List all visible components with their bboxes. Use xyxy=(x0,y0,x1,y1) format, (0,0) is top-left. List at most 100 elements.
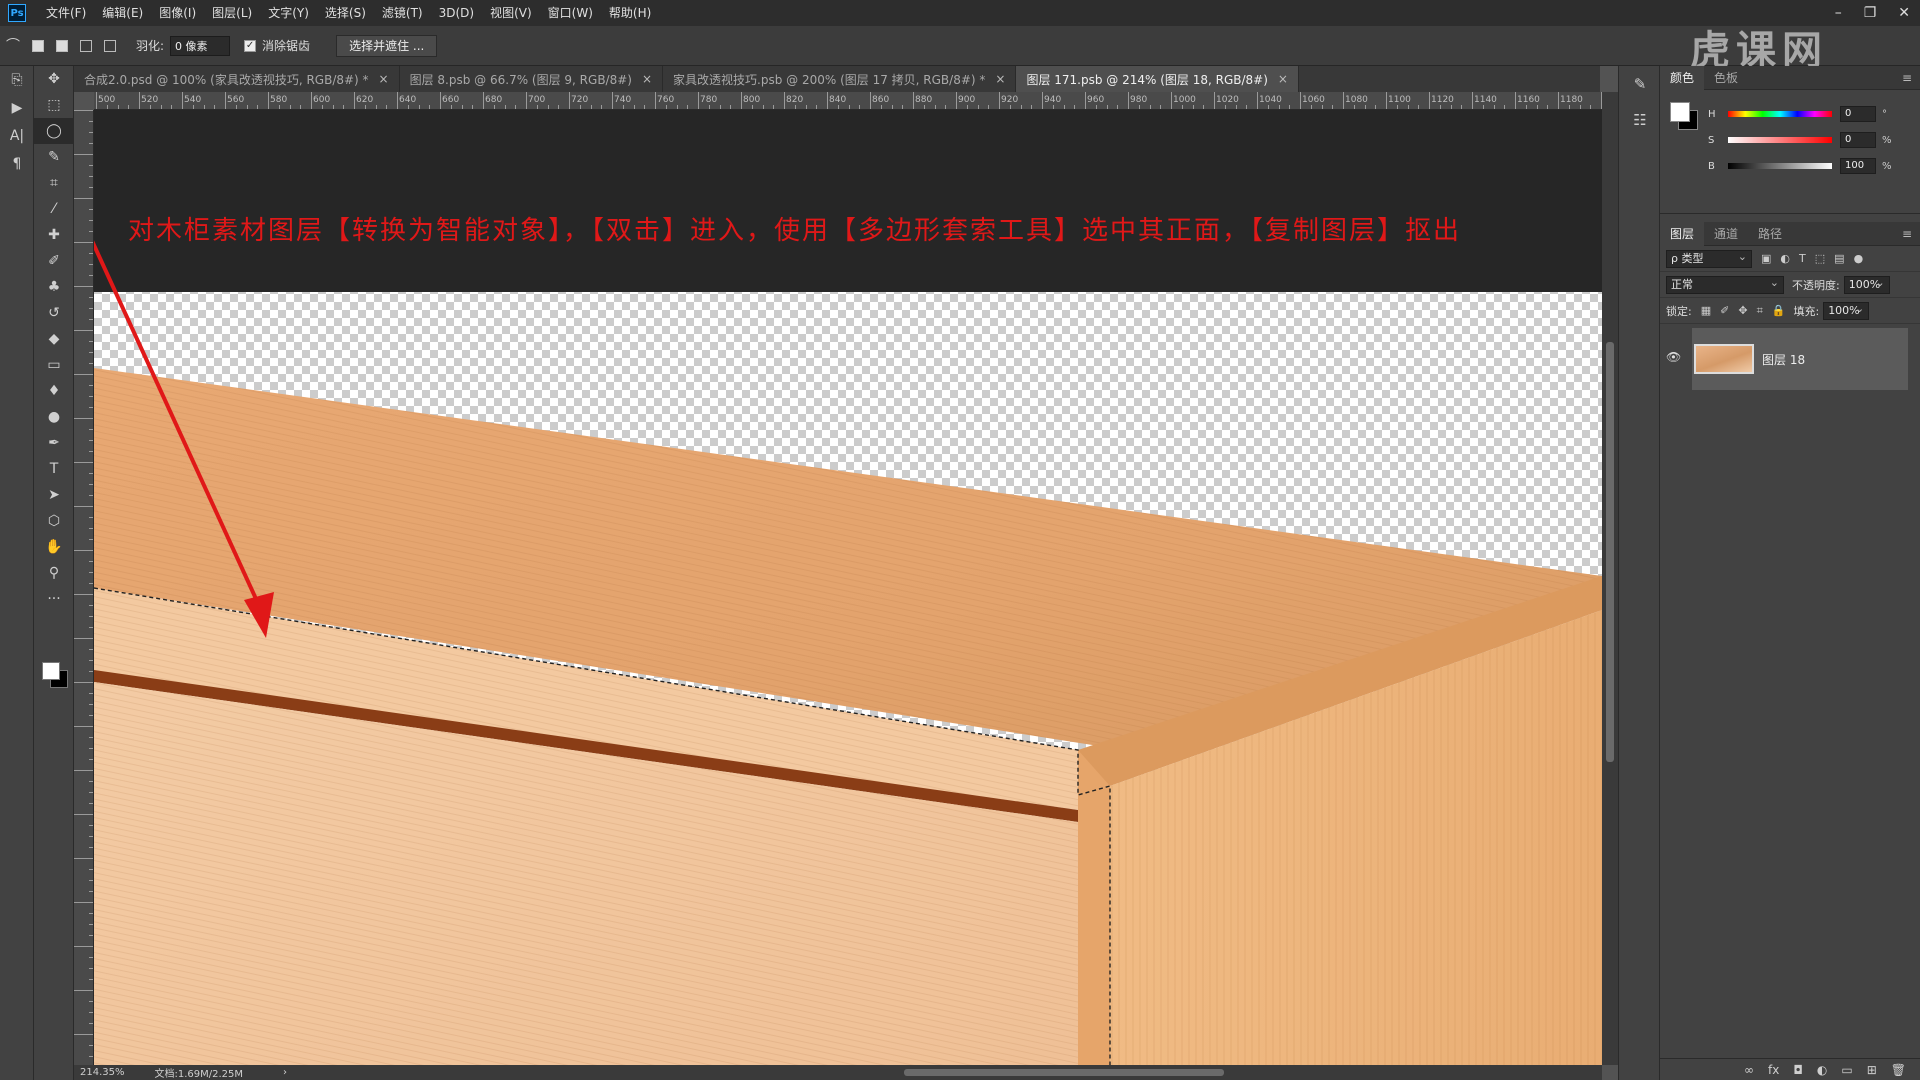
fx-icon[interactable]: fx xyxy=(1768,1063,1779,1077)
marquee-icon[interactable]: ⬚ xyxy=(34,92,74,118)
vertical-scrollbar[interactable] xyxy=(1602,92,1618,1065)
smart-object-filter-icon[interactable]: ▤ xyxy=(1834,252,1844,265)
menu-view[interactable]: 视图(V) xyxy=(482,0,540,26)
lasso-tool-preset-icon[interactable]: ⌒ xyxy=(5,38,21,54)
tab-channels[interactable]: 通道 xyxy=(1704,222,1748,246)
move-icon[interactable]: ✥ xyxy=(34,66,74,92)
menu-window[interactable]: 窗口(W) xyxy=(540,0,601,26)
eraser-icon[interactable]: ◆ xyxy=(34,326,74,352)
hue-slider[interactable]: H 0 ° xyxy=(1708,104,1908,124)
tab-document-4[interactable]: 图层 171.psb @ 214% (图层 18, RGB/8#) × xyxy=(1016,66,1299,92)
fill-input[interactable]: 100% xyxy=(1823,301,1870,320)
healing-icon[interactable]: ✚ xyxy=(34,222,74,248)
new-group-icon[interactable]: ▭ xyxy=(1841,1063,1852,1077)
lasso-icon[interactable]: ◯ xyxy=(34,118,74,144)
brush-settings-icon[interactable]: ✎ xyxy=(1619,66,1661,102)
checkbox-check-icon[interactable]: ✓ xyxy=(244,39,257,52)
lock-all-icon[interactable]: 🔒 xyxy=(1772,304,1786,317)
gradient-icon[interactable]: ▭ xyxy=(34,352,74,378)
menu-edit[interactable]: 编辑(E) xyxy=(94,0,151,26)
properties-icon[interactable]: ☷ xyxy=(1619,102,1661,138)
delete-layer-icon[interactable]: 🗑 xyxy=(1891,1063,1906,1077)
menu-help[interactable]: 帮助(H) xyxy=(601,0,659,26)
antialias-checkbox[interactable]: ✓ 消除锯齿 xyxy=(244,37,310,54)
dodge-icon[interactable]: ● xyxy=(34,404,74,430)
close-tab-icon[interactable]: × xyxy=(995,72,1005,86)
brush-icon[interactable]: ✐ xyxy=(34,248,74,274)
pixel-filter-icon[interactable]: ▣ xyxy=(1761,252,1771,265)
type-filter-icon[interactable]: T xyxy=(1799,252,1806,265)
panel-menu-icon[interactable]: ≡ xyxy=(1902,227,1912,241)
tab-swatches[interactable]: 色板 xyxy=(1704,66,1748,90)
layer-name[interactable]: 图层 18 xyxy=(1762,351,1805,368)
lock-pixels-icon[interactable]: ✐ xyxy=(1720,304,1729,317)
hand-icon[interactable]: ✋ xyxy=(34,534,74,560)
history-icon[interactable]: ⎘ xyxy=(0,66,34,94)
brightness-slider[interactable]: B 100 % xyxy=(1708,156,1908,176)
tab-document-2[interactable]: 图层 8.psb @ 66.7% (图层 9, RGB/8#) × xyxy=(400,66,664,92)
document-canvas[interactable]: 对木柜素材图层【转换为智能对象】，【双击】进入，使用【多边形套索工具】选中其正面… xyxy=(94,110,1602,1065)
crop-icon[interactable]: ⌗ xyxy=(34,170,74,196)
add-mask-icon[interactable]: ◘ xyxy=(1793,1063,1803,1077)
menu-select[interactable]: 选择(S) xyxy=(317,0,374,26)
eyedropper-icon[interactable]: ⁄ xyxy=(34,196,74,222)
saturation-bar[interactable] xyxy=(1728,137,1832,143)
pen-icon[interactable]: ✒ xyxy=(34,430,74,456)
lock-position-icon[interactable]: ✥ xyxy=(1738,304,1747,317)
close-button[interactable]: ✕ xyxy=(1898,5,1910,21)
saturation-slider[interactable]: S 0 % xyxy=(1708,130,1908,150)
history-brush-icon[interactable]: ↺ xyxy=(34,300,74,326)
opacity-input[interactable]: 100% xyxy=(1843,275,1890,294)
brightness-value[interactable]: 100 xyxy=(1840,158,1876,174)
blur-icon[interactable]: ♦ xyxy=(34,378,74,404)
add-selection-mode-icon[interactable] xyxy=(56,39,68,52)
foreground-color-swatch[interactable] xyxy=(42,662,60,680)
type-icon[interactable]: T xyxy=(34,456,74,482)
saturation-value[interactable]: 0 xyxy=(1840,132,1876,148)
link-layers-icon[interactable]: ∞ xyxy=(1744,1063,1754,1077)
close-tab-icon[interactable]: × xyxy=(642,72,652,86)
layer-filter-dropdown[interactable]: ρ 类型 xyxy=(1666,249,1752,268)
new-selection-mode-icon[interactable] xyxy=(32,39,44,52)
menu-file[interactable]: 文件(F) xyxy=(38,0,94,26)
subtract-selection-mode-icon[interactable] xyxy=(80,39,92,52)
scrollbar-thumb[interactable] xyxy=(1606,342,1614,762)
shape-icon[interactable]: ⬡ xyxy=(34,508,74,534)
path-select-icon[interactable]: ➤ xyxy=(34,482,74,508)
lock-artboard-icon[interactable]: ⌗ xyxy=(1757,304,1763,318)
new-layer-icon[interactable]: ⊞ xyxy=(1867,1063,1877,1077)
hue-bar[interactable] xyxy=(1728,111,1832,117)
more-icon[interactable]: ··· xyxy=(34,586,74,612)
hue-value[interactable]: 0 xyxy=(1840,106,1876,122)
panel-menu-icon[interactable]: ≡ xyxy=(1902,71,1912,85)
character-icon[interactable]: A| xyxy=(0,122,34,150)
menu-image[interactable]: 图像(I) xyxy=(151,0,204,26)
menu-3d[interactable]: 3D(D) xyxy=(431,0,482,26)
paragraph-icon[interactable]: ¶ xyxy=(0,150,34,178)
lock-transparency-icon[interactable]: ▦ xyxy=(1701,304,1711,317)
foreground-color-swatch[interactable] xyxy=(1670,102,1690,122)
tab-document-1[interactable]: 合成2.0.psd @ 100% (家具改透视技巧, RGB/8#) * × xyxy=(74,66,400,92)
visibility-eye-icon[interactable]: 👁 xyxy=(1666,350,1681,364)
restore-button[interactable]: ❐ xyxy=(1864,5,1877,21)
close-tab-icon[interactable]: × xyxy=(379,72,389,86)
status-menu-arrow-icon[interactable]: › xyxy=(283,1067,287,1078)
close-tab-icon[interactable]: × xyxy=(1278,72,1288,86)
tab-paths[interactable]: 路径 xyxy=(1748,222,1792,246)
menu-filter[interactable]: 滤镜(T) xyxy=(374,0,431,26)
tab-document-3[interactable]: 家具改透视技巧.psb @ 200% (图层 17 拷贝, RGB/8#) * × xyxy=(663,66,1017,92)
stamp-icon[interactable]: ♣ xyxy=(34,274,74,300)
adjustment-filter-icon[interactable]: ◐ xyxy=(1780,252,1790,265)
select-and-mask-button[interactable]: 选择并遮住 ... xyxy=(336,34,438,57)
scrollbar-thumb[interactable] xyxy=(904,1069,1224,1076)
zoom-icon[interactable]: ⚲ xyxy=(34,560,74,586)
tab-color[interactable]: 颜色 xyxy=(1660,65,1705,90)
feather-input[interactable] xyxy=(170,35,231,56)
shape-filter-icon[interactable]: ⬚ xyxy=(1815,252,1825,265)
intersect-selection-mode-icon[interactable] xyxy=(104,39,116,52)
quick-select-icon[interactable]: ✎ xyxy=(34,144,74,170)
blend-mode-dropdown[interactable]: 正常 xyxy=(1666,275,1784,294)
layer-thumbnail[interactable] xyxy=(1694,344,1754,374)
adjustment-layer-icon[interactable]: ◐ xyxy=(1817,1063,1827,1077)
menu-type[interactable]: 文字(Y) xyxy=(260,0,317,26)
